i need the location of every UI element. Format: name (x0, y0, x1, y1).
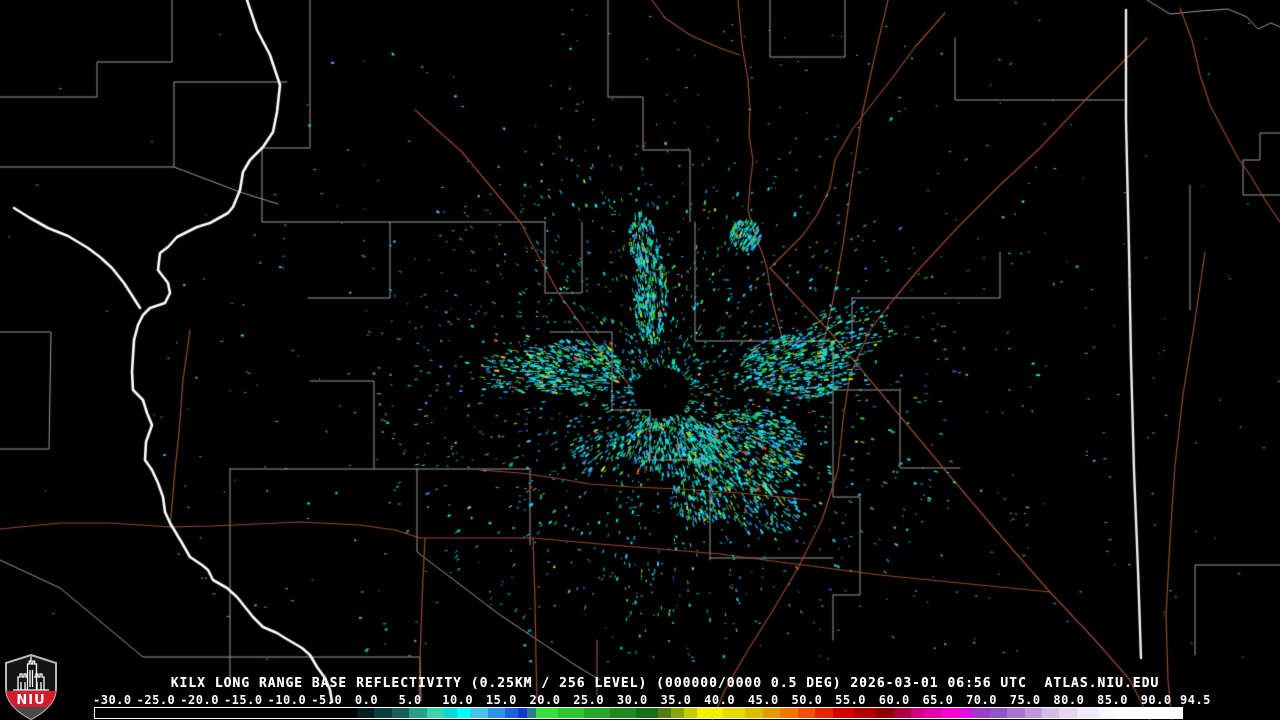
colorbar-segment (815, 708, 833, 718)
colorbar-tick-label: -15.0 (223, 693, 263, 707)
colorbar-segment (505, 708, 519, 718)
colorbar-segment (1098, 708, 1117, 718)
colorbar-segment (671, 708, 685, 718)
colorbar-segment (745, 708, 763, 718)
colorbar-tick-label: -5.0 (311, 693, 343, 707)
colorbar-segment (557, 708, 584, 718)
niu-logo[interactable]: NIU (5, 654, 57, 720)
colorbar-segment (797, 708, 816, 718)
colorbar-segment (854, 708, 877, 718)
colorbar-tick-label: 85.0 (1097, 693, 1128, 707)
colorbar-segment (583, 708, 610, 718)
colorbar-segment (972, 708, 990, 718)
colorbar-segment (876, 708, 894, 718)
colorbar-segment (457, 708, 471, 718)
colorbar-tick-label: 90.0 (1140, 693, 1172, 707)
colorbar-segment (518, 708, 528, 718)
colorbar-tick-label: 25.0 (573, 693, 605, 707)
colorbar-tick-label: 15.0 (485, 693, 517, 707)
colorbar-segment (374, 708, 392, 718)
colorbar-segment (527, 708, 536, 718)
colorbar-tick-label: 40.0 (704, 693, 736, 707)
colorbar-segment (989, 708, 1008, 718)
colorbar-segment (95, 708, 357, 718)
colorbar-tick-label: 10.0 (442, 693, 474, 707)
colorbar-segment (959, 708, 973, 718)
colorbar-tick-label: 50.0 (791, 693, 823, 707)
colorbar-tick-label: 80.0 (1053, 693, 1085, 707)
colorbar-segment (444, 708, 458, 718)
radar-map-canvas (0, 0, 1280, 720)
colorbar-tick-label: -30.0 (93, 693, 132, 707)
product-title: KILX LONG RANGE BASE REFLECTIVITY (0.25K… (170, 676, 1160, 691)
colorbar-segment (391, 708, 410, 718)
colorbar-tick-label: -10.0 (267, 693, 307, 707)
colorbar-tick-label: -20.0 (180, 693, 219, 707)
colorbar-tick-label: 35.0 (660, 693, 692, 707)
colorbar-tick-label: 5.0 (398, 693, 422, 707)
colorbar-segment (470, 708, 488, 718)
colorbar-segment (1024, 708, 1042, 718)
radar-display-screen: KILX LONG RANGE BASE REFLECTIVITY (0.25K… (0, 0, 1280, 720)
colorbar-segment (535, 708, 558, 718)
colorbar-tick-label: 94.5 (1180, 693, 1211, 707)
colorbar-tick-label: 45.0 (747, 693, 779, 707)
colorbar-tick-label: 75.0 (1009, 693, 1041, 707)
colorbar-tick-label: 55.0 (835, 693, 867, 707)
colorbar-segment (832, 708, 855, 718)
colorbar-segment (487, 708, 506, 718)
colorbar-segment (409, 708, 427, 718)
colorbar-segment (924, 708, 942, 718)
colorbar-segment (1041, 708, 1060, 718)
niu-shield-base (6, 707, 56, 719)
colorbar-tick-label: -25.0 (136, 693, 176, 707)
colorbar-segment (723, 708, 746, 718)
colorbar-tick-label: 60.0 (878, 693, 910, 707)
colorbar-tick-label: 20.0 (529, 693, 561, 707)
colorbar-segment (941, 708, 960, 718)
colorbar-segment (893, 708, 912, 718)
colorbar-tick-labels: -30.0 -25.0 -20.0 -15.0 -10.0 -5.0 0.0 5.0 10.0 1… (0, 693, 1280, 707)
colorbar-segment (610, 708, 637, 718)
colorbar-segment (356, 708, 375, 718)
colorbar-segment (762, 708, 781, 718)
colorbar-segment (658, 708, 672, 718)
reflectivity-colorbar (94, 707, 1183, 719)
colorbar-segment (426, 708, 445, 718)
colorbar-tick-label: 0.0 (354, 693, 379, 707)
colorbar-segment (1076, 708, 1099, 718)
colorbar-tick-label: 30.0 (616, 693, 648, 707)
niu-logo-text: NIU (16, 693, 45, 708)
colorbar-segment (1059, 708, 1077, 718)
colorbar-tick-label: 65.0 (922, 693, 954, 707)
colorbar-segment (911, 708, 925, 718)
colorbar-segment (636, 708, 658, 718)
colorbar-segment (697, 708, 724, 718)
colorbar-segment (684, 708, 698, 718)
colorbar-segment (1116, 708, 1182, 718)
colorbar-segment (780, 708, 798, 718)
colorbar-tick-label: 70.0 (966, 693, 997, 707)
colorbar-segment (1007, 708, 1025, 718)
